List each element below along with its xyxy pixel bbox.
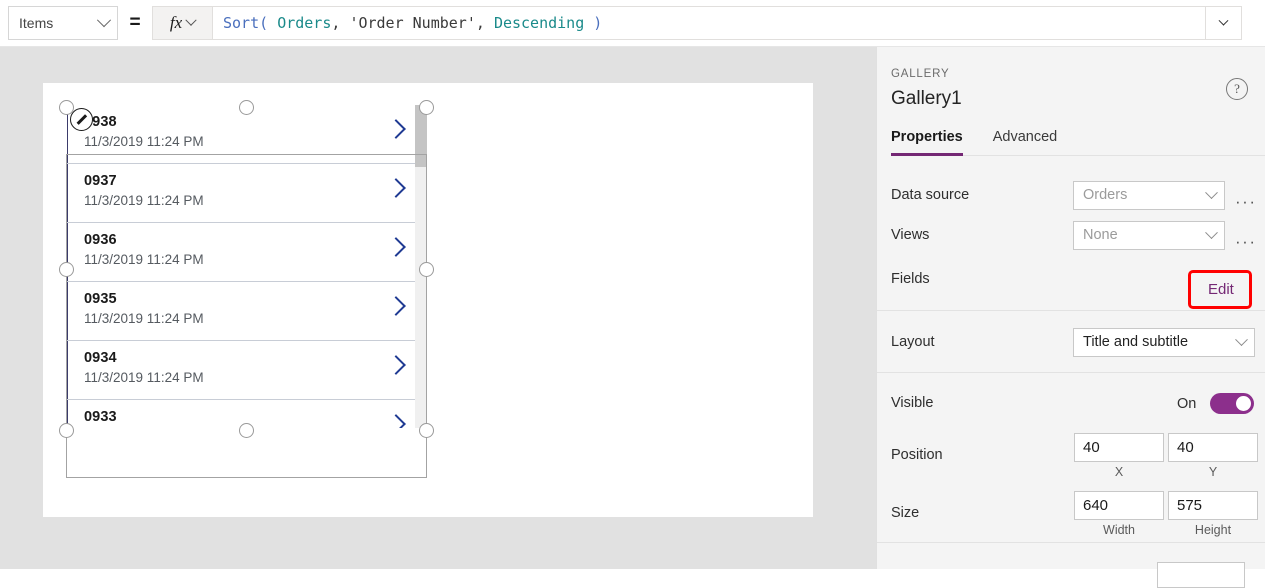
- gallery-item-subtitle: 11/3/2019 11:24 PM: [84, 193, 204, 208]
- row-visible: Visible On: [877, 383, 1265, 423]
- gallery-item-title: 0933: [84, 409, 117, 425]
- panel-divider-1: [877, 310, 1265, 311]
- gallery-item-title: 0934: [84, 350, 117, 366]
- size-width-sublabel: Width: [1103, 523, 1135, 537]
- layout-value: Title and subtitle: [1083, 334, 1189, 350]
- gallery-item-title: 0935: [84, 291, 117, 307]
- position-x-input[interactable]: 40: [1074, 433, 1164, 462]
- resize-handle-top-center[interactable]: [239, 100, 254, 115]
- position-label: Position: [891, 447, 943, 463]
- formula-token-1: (: [259, 14, 278, 32]
- property-dropdown-value: Items: [19, 15, 54, 31]
- fields-label: Fields: [891, 271, 930, 287]
- views-label: Views: [891, 227, 930, 243]
- page-title: Gallery1: [891, 88, 962, 109]
- chevron-down-icon: [1218, 15, 1229, 26]
- data-source-dropdown[interactable]: Orders: [1073, 180, 1225, 210]
- position-y-input[interactable]: 40: [1168, 433, 1258, 462]
- resize-handle-bottom-right[interactable]: [419, 423, 434, 438]
- help-icon[interactable]: ?: [1226, 78, 1248, 100]
- chevron-down-icon: [1205, 225, 1218, 239]
- gallery-item[interactable]: 0937 11/3/2019 11:24 PM: [67, 164, 427, 223]
- data-source-value: Orders: [1083, 187, 1128, 203]
- gallery-item[interactable]: 0934 11/3/2019 11:24 PM: [67, 341, 427, 400]
- toggle-knob: [1236, 396, 1251, 411]
- properties-panel: GALLERY Gallery1 ? Properties Advanced D…: [876, 47, 1265, 569]
- position-x-sublabel: X: [1114, 465, 1124, 479]
- resize-handle-bottom-left[interactable]: [59, 423, 74, 438]
- visible-label: Visible: [891, 395, 934, 411]
- tab-properties[interactable]: Properties: [891, 129, 963, 156]
- size-height-input[interactable]: 575: [1168, 491, 1258, 520]
- fx-label: fx: [169, 13, 183, 32]
- gallery-item-subtitle: 11/3/2019 11:24 PM: [84, 134, 204, 149]
- gallery-item-title: 0938: [84, 114, 117, 130]
- resize-handle-middle-right[interactable]: [419, 262, 434, 277]
- equals-sign: =: [129, 12, 141, 33]
- gallery-item[interactable]: 0935 11/3/2019 11:24 PM: [67, 282, 427, 341]
- formula-token-0: Sort: [223, 14, 260, 32]
- data-source-more-button[interactable]: ···: [1235, 193, 1256, 210]
- formula-expression: Sort( Orders, 'Order Number', Descending…: [223, 14, 602, 32]
- resize-handle-middle-left[interactable]: [59, 262, 74, 277]
- edit-pencil-icon[interactable]: [70, 108, 93, 131]
- formula-bar: Items = fx Sort( Orders, 'Order Number',…: [0, 0, 1265, 47]
- gallery-item[interactable]: 0936 11/3/2019 11:24 PM: [67, 223, 427, 282]
- app-canvas[interactable]: 0938 11/3/2019 11:24 PM 0937 11/3/2019 11:2…: [43, 83, 813, 517]
- formula-token-2: Orders: [277, 14, 332, 32]
- chevron-down-icon: [185, 14, 197, 26]
- size-label: Size: [891, 505, 920, 521]
- row-fields: Fields Edit: [877, 259, 1265, 309]
- pencil-glyph: [75, 113, 88, 126]
- gallery-item-subtitle: 11/3/2019 11:24 PM: [84, 311, 204, 326]
- panel-divider-3: [877, 542, 1265, 543]
- row-data-source: Data source Orders ···: [877, 175, 1265, 215]
- formula-input[interactable]: Sort( Orders, 'Order Number', Descending…: [212, 6, 1206, 40]
- panel-kicker: GALLERY: [891, 68, 950, 80]
- canvas-workspace: 0938 11/3/2019 11:24 PM 0937 11/3/2019 11:2…: [0, 47, 876, 569]
- resize-handle-top-right[interactable]: [419, 100, 434, 115]
- gallery-item-subtitle: 11/3/2019 11:24 PM: [84, 252, 204, 267]
- layout-label: Layout: [891, 334, 935, 350]
- row-views: Views None ···: [877, 215, 1265, 255]
- size-height-sublabel: Height: [1194, 523, 1232, 537]
- gallery-item-subtitle: 11/3/2019 11:24 PM: [84, 370, 204, 385]
- gallery-item-title: 0937: [84, 173, 117, 189]
- tab-advanced[interactable]: Advanced: [993, 129, 1058, 155]
- gallery-control[interactable]: 0938 11/3/2019 11:24 PM 0937 11/3/2019 11:2…: [67, 105, 427, 428]
- row-position: Position 40 40 X Y: [877, 425, 1265, 485]
- formula-token-6: Descending: [493, 14, 585, 32]
- views-value: None: [1083, 227, 1118, 243]
- fields-edit-button[interactable]: Edit: [1208, 281, 1234, 298]
- panel-bottom-control[interactable]: [1157, 562, 1245, 588]
- views-more-button[interactable]: ···: [1235, 233, 1256, 250]
- views-dropdown[interactable]: None: [1073, 220, 1225, 250]
- visible-state-label: On: [1177, 396, 1197, 412]
- panel-divider-2: [877, 372, 1265, 373]
- gallery-rows: 0938 11/3/2019 11:24 PM 0937 11/3/2019 11:2…: [67, 105, 427, 428]
- resize-handle-bottom-center[interactable]: [239, 423, 254, 438]
- row-size: Size 640 575 Width Height: [877, 483, 1265, 543]
- chevron-down-icon: [96, 13, 112, 28]
- chevron-down-icon: [1235, 332, 1248, 346]
- panel-tabs: Properties Advanced: [891, 129, 1265, 156]
- formula-token-7: ): [584, 14, 603, 32]
- chevron-down-icon: [1205, 185, 1218, 199]
- layout-dropdown[interactable]: Title and subtitle: [1073, 327, 1255, 357]
- data-source-label: Data source: [891, 187, 970, 203]
- size-width-input[interactable]: 640: [1074, 491, 1164, 520]
- position-y-sublabel: Y: [1208, 465, 1218, 479]
- visible-toggle[interactable]: [1210, 393, 1254, 414]
- gallery-item-title: 0936: [84, 232, 117, 248]
- fx-button[interactable]: fx: [152, 6, 212, 40]
- row-layout: Layout Title and subtitle: [877, 322, 1265, 362]
- formula-token-4: 'Order Number': [349, 14, 476, 32]
- formula-token-3: ,: [331, 14, 350, 32]
- formula-token-5: ,: [475, 14, 494, 32]
- property-dropdown[interactable]: Items: [8, 6, 118, 40]
- formula-expand-button[interactable]: [1206, 6, 1242, 40]
